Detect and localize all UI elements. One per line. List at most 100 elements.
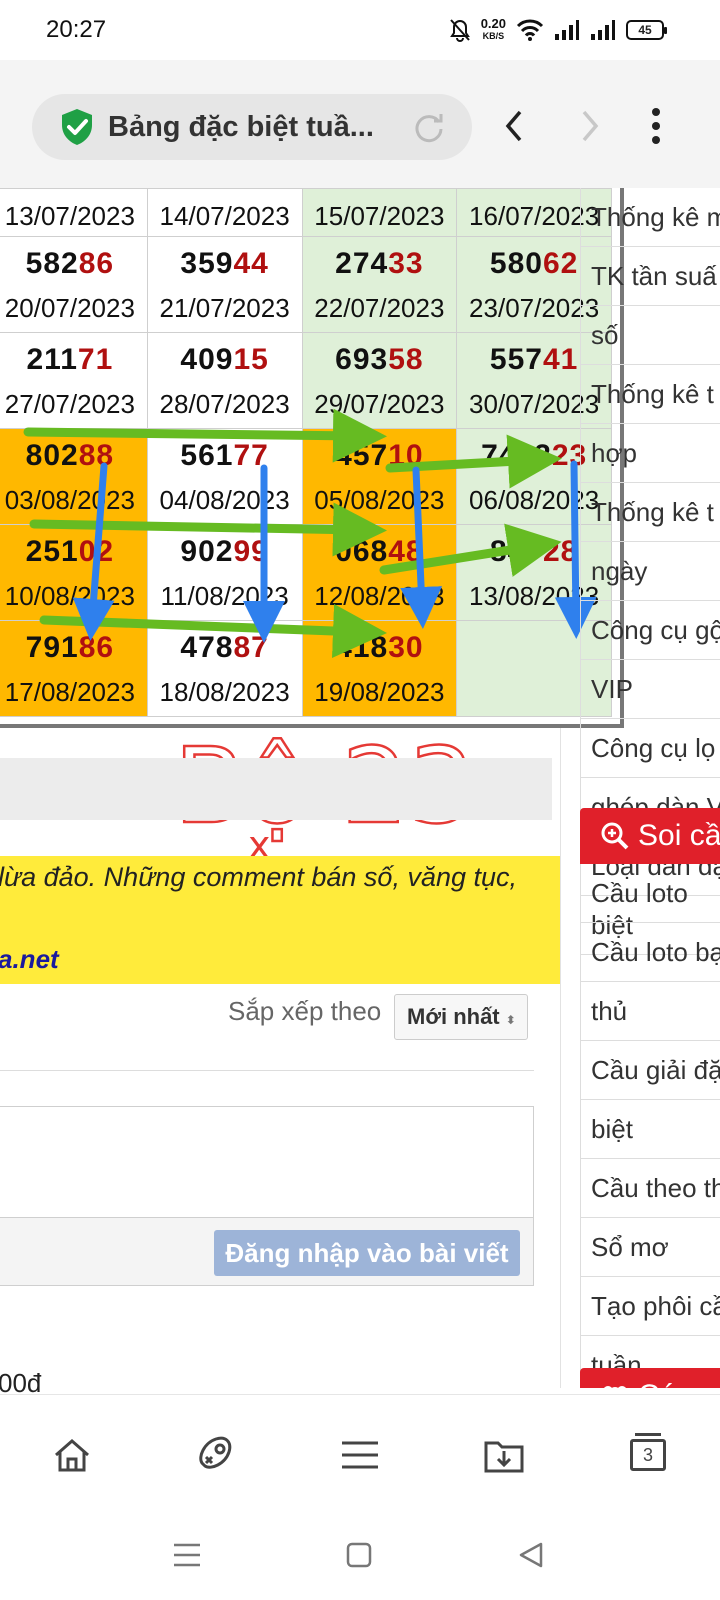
sidebar-item[interactable]: số [580,306,720,365]
table-cell: 25102 10/08/2023 [0,524,148,621]
table-cell: 79186 17/08/2023 [0,620,148,717]
draw-date: 14/07/2023 [159,201,290,231]
comment-textarea[interactable] [0,1106,534,1218]
table-row: 25102 10/08/2023 90299 11/08/2023 06848 12/08… [0,524,612,621]
signal-icon [555,20,579,40]
table-cell: 14/07/2023 [146,188,303,237]
more-menu-icon[interactable] [648,106,664,146]
prize-number: 35944 [180,247,269,280]
sidebar-item[interactable]: Thống kê t [580,483,720,542]
hamburger-icon [342,1441,378,1469]
users-icon [604,1386,626,1388]
sidebar-item[interactable]: ngày [580,542,720,601]
table-cell: 90299 11/08/2023 [146,524,303,621]
sidebar-item[interactable]: Công cụ gộ [580,601,720,660]
draw-date: 10/08/2023 [4,581,135,611]
warning-notice: lừa đảo. Những comment bán số, văng tục,… [0,856,560,984]
sidebar-item[interactable]: Cầu loto bạ [580,923,720,982]
prize-number: 80288 [25,439,115,472]
reload-icon[interactable] [412,110,446,144]
table-row: 79186 17/08/2023 47887 18/08/2023 41830 19/08… [0,620,612,717]
signal-icon-2 [591,20,615,40]
draw-date: 05/08/2023 [314,485,445,515]
prize-number: 56177 [180,439,269,472]
sidebar-item[interactable]: TK tần suấ [580,247,720,306]
sidebar-item[interactable]: Tạo phôi cầ [580,1277,720,1336]
tabs-button[interactable]: 3 [618,1425,678,1485]
back-arrow-icon[interactable] [500,106,528,146]
draw-date: 29/07/2023 [314,389,445,419]
status-icons: 0.20 KB/S 45 [449,16,667,42]
soi-cau-header[interactable]: Soi cầ [580,808,720,864]
sidebar-item[interactable]: hợp [580,424,720,483]
notice-site-link[interactable]: a.net [0,944,59,975]
lotto-grid: 13/07/2023 14/07/2023 15/07/2023 16/07/2023… [0,188,612,717]
mute-bell-icon [449,19,470,42]
back-nav-button[interactable] [506,1530,556,1580]
divider [0,1070,534,1071]
sidebar-item[interactable]: VIP [580,660,720,719]
table-row: 21171 27/07/2023 40915 28/07/2023 69358 29/07… [0,332,612,429]
soi-cau-menu: Cầu loto Cầu loto bạ thủ Cầu giải đặ biệt Cầu… [580,864,720,1388]
prize-number: 25102 [25,535,115,568]
table-cell: 58286 20/07/2023 [0,236,148,333]
net-speed: 0.20 KB/S [480,16,506,41]
prize-number: 90299 [180,535,269,568]
sort-label: Sắp xếp theo [228,996,382,1026]
shield-check-icon [62,109,92,145]
more-header[interactable]: Các c [580,1368,720,1388]
special-prize-table: 13/07/2023 14/07/2023 15/07/2023 16/07/2023… [0,188,624,728]
sidebar-item[interactable]: Cầu loto [580,864,720,923]
recent-apps-icon [174,1543,200,1567]
game-rocket-icon [199,1436,232,1469]
downloads-button[interactable] [474,1425,534,1485]
sidebar-item[interactable]: thủ [580,982,720,1041]
prize-number: 79186 [25,631,115,664]
draw-date: 18/08/2023 [159,677,290,707]
draw-date: 28/07/2023 [159,389,290,419]
home-nav-button[interactable] [334,1530,384,1580]
games-button[interactable] [186,1425,246,1485]
address-bar[interactable]: Bảng đặc biệt tuầ... [32,94,472,160]
home-icon [55,1439,89,1472]
prize-number: 06848 [335,535,424,568]
draw-date: 03/08/2023 [4,485,135,515]
login-comment-button[interactable]: Đăng nhập vào bài viết [214,1230,520,1276]
sidebar-item[interactable]: Cầu giải đặ [580,1041,720,1100]
table-row: 80288 03/08/2023 56177 04/08/2023 45710 05/08… [0,428,612,525]
prize-number: 58286 [25,247,115,280]
draw-date: 04/08/2023 [159,485,290,515]
system-nav-bar [0,1510,720,1600]
sidebar-item[interactable]: Cầu theo th [580,1159,720,1218]
draw-date: 27/07/2023 [4,389,135,419]
sidebar-item[interactable]: Công cụ lọ [580,719,720,778]
sidebar-item[interactable]: Sổ mơ [580,1218,720,1277]
sort-caret-icon: ⬍ [505,1013,516,1027]
status-bar: 20:27 0.20 KB/S 45 [0,0,720,60]
browser-bottom-nav: 3 [0,1394,720,1510]
sidebar-item[interactable]: Thống kê m [580,188,720,247]
table-cell: 41830 19/08/2023 [301,620,458,717]
sort-select[interactable]: Mới nhất ⬍ [394,994,528,1040]
forward-arrow-icon[interactable] [576,106,604,146]
download-folder-icon [484,1441,524,1473]
triangle-back-icon [519,1542,543,1568]
prize-number: 27433 [335,247,424,280]
prize-number: 21171 [26,343,114,376]
draw-date: 11/08/2023 [160,581,289,611]
home-button[interactable] [42,1425,102,1485]
table-cell: 47887 18/08/2023 [146,620,303,717]
ad-placeholder-bar [0,758,552,820]
battery-icon: 45 [626,20,667,40]
column-divider [560,728,561,1388]
tabs-icon: 3 [630,1433,666,1471]
draw-date: 15/07/2023 [314,201,445,231]
sidebar-item[interactable]: biệt [580,1100,720,1159]
table-cell: 80288 03/08/2023 [0,428,148,525]
menu-button[interactable] [330,1425,390,1485]
draw-date: 17/08/2023 [4,677,135,707]
prize-number: 41830 [335,631,424,664]
recent-apps-button[interactable] [162,1530,212,1580]
table-cell: 45710 05/08/2023 [301,428,458,525]
sidebar-item[interactable]: Thống kê t [580,365,720,424]
